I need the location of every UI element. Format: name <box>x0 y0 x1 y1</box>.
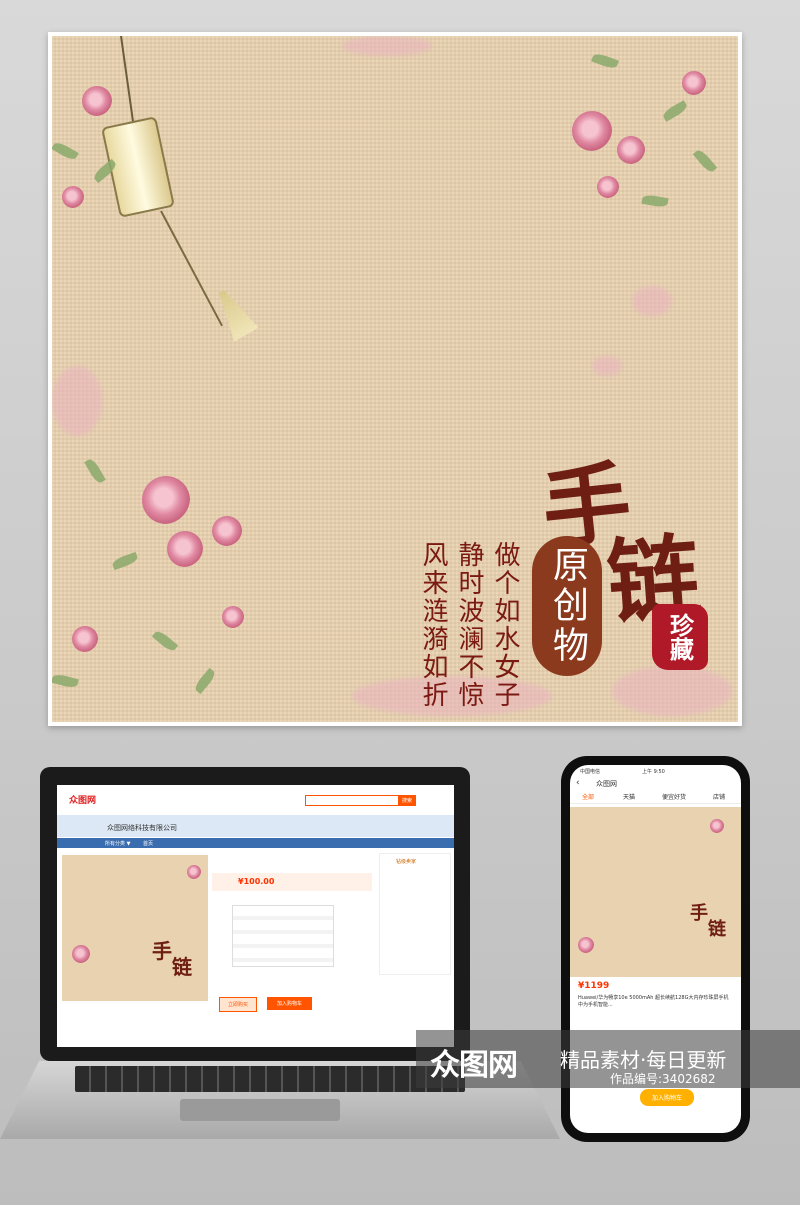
tab-tmall[interactable]: 天猫 <box>623 792 635 801</box>
lantern-string <box>120 36 135 126</box>
phone-tabs: 全部 天猫 便宜好货 店铺 <box>570 789 741 804</box>
leaf-illustration <box>151 628 179 654</box>
seller-panel: 钻级卖家 <box>379 853 451 975</box>
watermark-id: 作品编号:3402682 <box>610 1072 716 1086</box>
ink-blot <box>342 36 432 56</box>
phone-product-image[interactable]: 手 链 <box>570 807 741 977</box>
phone-thumb-title: 手 <box>690 903 708 924</box>
ink-blot <box>52 366 102 436</box>
product-thumbnail[interactable]: 手 链 <box>62 855 208 1001</box>
poem-line-3: 风来涟漪如折 <box>418 541 448 709</box>
leaf-illustration <box>192 667 218 695</box>
laptop-screen: 众图网 搜索 众图网络科技有限公司 所有分类 ▼ 首页 手 链 ¥100.00 … <box>57 785 454 1047</box>
rose-illustration <box>167 531 203 567</box>
laptop-trackpad <box>180 1099 340 1121</box>
ink-blot <box>632 286 672 316</box>
shop-nav: 所有分类 ▼ 首页 <box>57 838 454 848</box>
search-input[interactable] <box>305 795 399 806</box>
rose-illustration <box>572 111 612 151</box>
phone-price: ¥1199 <box>578 981 610 991</box>
rose-illustration <box>710 819 724 833</box>
shop-banner: 众图网络科技有限公司 <box>57 815 454 837</box>
nav-home[interactable]: 首页 <box>143 840 153 847</box>
collection-seal: 珍藏 <box>652 604 708 670</box>
leaf-illustration <box>641 193 669 209</box>
tab-cheap[interactable]: 便宜好货 <box>662 792 686 801</box>
laptop-price: ¥100.00 <box>238 877 275 886</box>
thumb-title-2: 链 <box>172 955 192 979</box>
leaf-illustration <box>692 147 718 175</box>
rose-illustration <box>578 937 594 953</box>
rose-illustration <box>617 136 645 164</box>
thumb-title: 手 <box>152 939 172 963</box>
buy-now-button[interactable]: 立即购买 <box>219 997 258 1012</box>
watermark-slogan: 精品素材·每日更新 <box>560 1048 727 1072</box>
rose-illustration <box>72 945 90 963</box>
rose-illustration <box>142 476 190 524</box>
leaf-illustration <box>84 457 106 485</box>
laptop-keyboard <box>75 1066 465 1092</box>
site-logo[interactable]: 众图网 <box>69 793 96 806</box>
phone-product-desc: Huawei/华为畅享10e 5000mAh 超长续航128G大内存珍珠屏手机中… <box>578 995 729 1008</box>
watermark-brand: 众图网 <box>430 1048 518 1083</box>
rose-illustration <box>597 176 619 198</box>
nav-all-categories[interactable]: 所有分类 ▼ <box>105 840 130 847</box>
leaf-illustration <box>52 672 79 690</box>
rose-illustration <box>62 186 84 208</box>
tab-shop[interactable]: 店铺 <box>713 792 725 801</box>
poster-frame: 手 链 原创物 珍藏 做个如水女子 静时波澜不惊 风来涟漪如折 <box>48 32 742 726</box>
back-icon[interactable]: ‹ <box>576 778 580 788</box>
poem-line-2: 静时波澜不惊 <box>454 541 484 709</box>
poem-line-1: 做个如水女子 <box>490 541 520 709</box>
original-badge: 原创物 <box>532 536 602 676</box>
rose-illustration <box>72 626 98 652</box>
ink-blot <box>612 666 732 716</box>
tab-all[interactable]: 全部 <box>582 792 594 801</box>
rose-illustration <box>222 606 244 628</box>
rose-illustration <box>82 86 112 116</box>
store-header: 众图网 搜索 <box>57 785 454 813</box>
status-time: 上午 9:50 <box>642 769 665 775</box>
shop-name: 众图网络科技有限公司 <box>107 824 177 832</box>
leaf-illustration <box>52 140 79 162</box>
leaf-illustration <box>591 51 619 71</box>
leaf-illustration <box>111 551 139 571</box>
app-title: 众图网 <box>596 780 617 788</box>
add-cart-button[interactable]: 加入购物车 <box>267 997 313 1010</box>
rose-illustration <box>682 71 706 95</box>
rose-illustration <box>187 865 201 879</box>
status-carrier: 中国电信 <box>580 769 601 775</box>
search-button[interactable]: 搜索 <box>398 795 417 806</box>
price-box: ¥100.00 <box>212 873 372 891</box>
leaf-illustration <box>661 100 689 122</box>
ink-blot <box>592 356 622 376</box>
seller-label: 钻级卖家 <box>396 859 417 865</box>
lantern-tassel-cord <box>160 210 223 327</box>
ink-blot <box>352 676 552 716</box>
option-grid <box>232 905 334 967</box>
poster-canvas: 手 链 原创物 珍藏 做个如水女子 静时波澜不惊 风来涟漪如折 <box>52 36 738 722</box>
rose-illustration <box>212 516 242 546</box>
phone-cart-button[interactable]: 加入购物车 <box>640 1089 695 1106</box>
phone-thumb-title-2: 链 <box>708 919 726 940</box>
